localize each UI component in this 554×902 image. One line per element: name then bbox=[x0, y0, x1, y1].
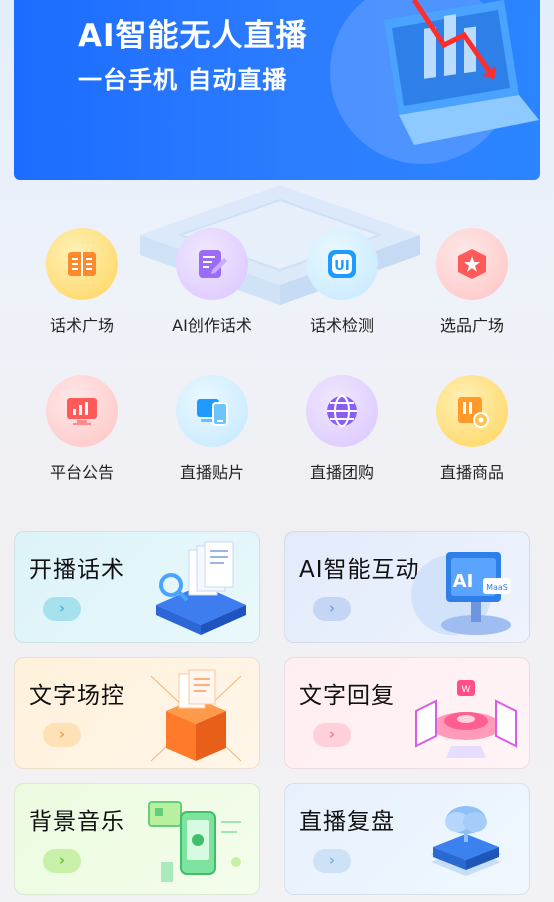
grid-item-label: 话术检测 bbox=[309, 316, 374, 335]
card-background-music[interactable]: 背景音乐 › bbox=[14, 783, 260, 895]
card-title: AI智能互动 bbox=[299, 557, 420, 583]
chevron-right-icon: › bbox=[328, 851, 336, 869]
grid-item-label: 直播贴片 bbox=[179, 463, 244, 482]
chevron-right-icon: › bbox=[328, 725, 336, 743]
svg-text:W: W bbox=[462, 685, 471, 695]
grid-item-label: 话术广场 bbox=[49, 316, 114, 335]
grid-item-script-check[interactable]: UI 话术检测 bbox=[277, 228, 407, 348]
grid-item-live-sticker[interactable]: 直播贴片 bbox=[147, 375, 277, 495]
box-control-icon bbox=[150, 669, 242, 762]
chevron-right-icon: › bbox=[328, 599, 336, 617]
globe-icon bbox=[306, 375, 378, 447]
grid-item-label: 选品广场 bbox=[439, 316, 504, 335]
card-arrow-button[interactable]: › bbox=[43, 723, 81, 747]
card-title: 直播复盘 bbox=[299, 809, 395, 835]
grid-item-live-products[interactable]: 直播商品 bbox=[407, 375, 537, 495]
grid-item-live-group-buy[interactable]: 直播团购 bbox=[277, 375, 407, 495]
card-arrow-button[interactable]: › bbox=[43, 597, 81, 621]
grid-item-ai-script[interactable]: AI创作话术 bbox=[147, 228, 277, 348]
laptop-chart-icon bbox=[384, 0, 539, 145]
chevron-right-icon: › bbox=[58, 725, 66, 743]
svg-text:UI: UI bbox=[334, 259, 349, 274]
devices-icon bbox=[176, 375, 248, 447]
card-text-reply[interactable]: 文字回复 › W bbox=[284, 657, 530, 769]
reply-screens-icon: W bbox=[415, 680, 517, 758]
card-arrow-button[interactable]: › bbox=[313, 849, 351, 873]
edit-icon bbox=[176, 228, 248, 300]
card-title: 开播话术 bbox=[29, 557, 125, 583]
card-live-script[interactable]: 开播话术 › bbox=[14, 531, 260, 643]
chevron-right-icon: › bbox=[58, 851, 66, 869]
card-text-control[interactable]: 文字场控 › bbox=[14, 657, 260, 769]
document-stack-icon bbox=[156, 541, 246, 635]
banner-title: AI智能无人直播 bbox=[78, 18, 308, 54]
grid-item-product-plaza[interactable]: 选品广场 bbox=[407, 228, 537, 348]
grid-item-label: AI创作话术 bbox=[172, 316, 252, 335]
grid-item-label: 直播团购 bbox=[309, 463, 374, 482]
card-ai-interaction[interactable]: AI智能互动 › AI MaaS bbox=[284, 531, 530, 643]
chevron-right-icon: › bbox=[58, 599, 66, 617]
card-title: 文字场控 bbox=[29, 683, 125, 709]
monitor-chart-icon bbox=[46, 375, 118, 447]
cloud-stack-icon bbox=[431, 806, 501, 876]
card-title: 背景音乐 bbox=[29, 809, 125, 835]
card-live-review[interactable]: 直播复盘 › bbox=[284, 783, 530, 895]
promo-banner[interactable]: AI智能无人直播 一台手机 自动直播 bbox=[14, 0, 540, 180]
book-icon bbox=[46, 228, 118, 300]
svg-text:MaaS: MaaS bbox=[486, 583, 508, 592]
grid-item-label: 平台公告 bbox=[49, 463, 114, 482]
banner-subtitle: 一台手机 自动直播 bbox=[78, 66, 288, 94]
grid-item-label: 直播商品 bbox=[439, 463, 504, 482]
card-arrow-button[interactable]: › bbox=[313, 597, 351, 621]
ui-check-icon: UI bbox=[306, 228, 378, 300]
shield-star-icon bbox=[436, 228, 508, 300]
card-arrow-button[interactable]: › bbox=[43, 849, 81, 873]
grid-item-script-plaza[interactable]: 话术广场 bbox=[17, 228, 147, 348]
card-arrow-button[interactable]: › bbox=[313, 723, 351, 747]
ai-maas-icon: AI MaaS bbox=[411, 552, 511, 635]
grid-item-platform-notice[interactable]: 平台公告 bbox=[17, 375, 147, 495]
music-phone-icon bbox=[148, 801, 241, 882]
card-title: 文字回复 bbox=[299, 683, 395, 709]
svg-text:AI: AI bbox=[453, 571, 474, 592]
product-box-icon bbox=[436, 375, 508, 447]
